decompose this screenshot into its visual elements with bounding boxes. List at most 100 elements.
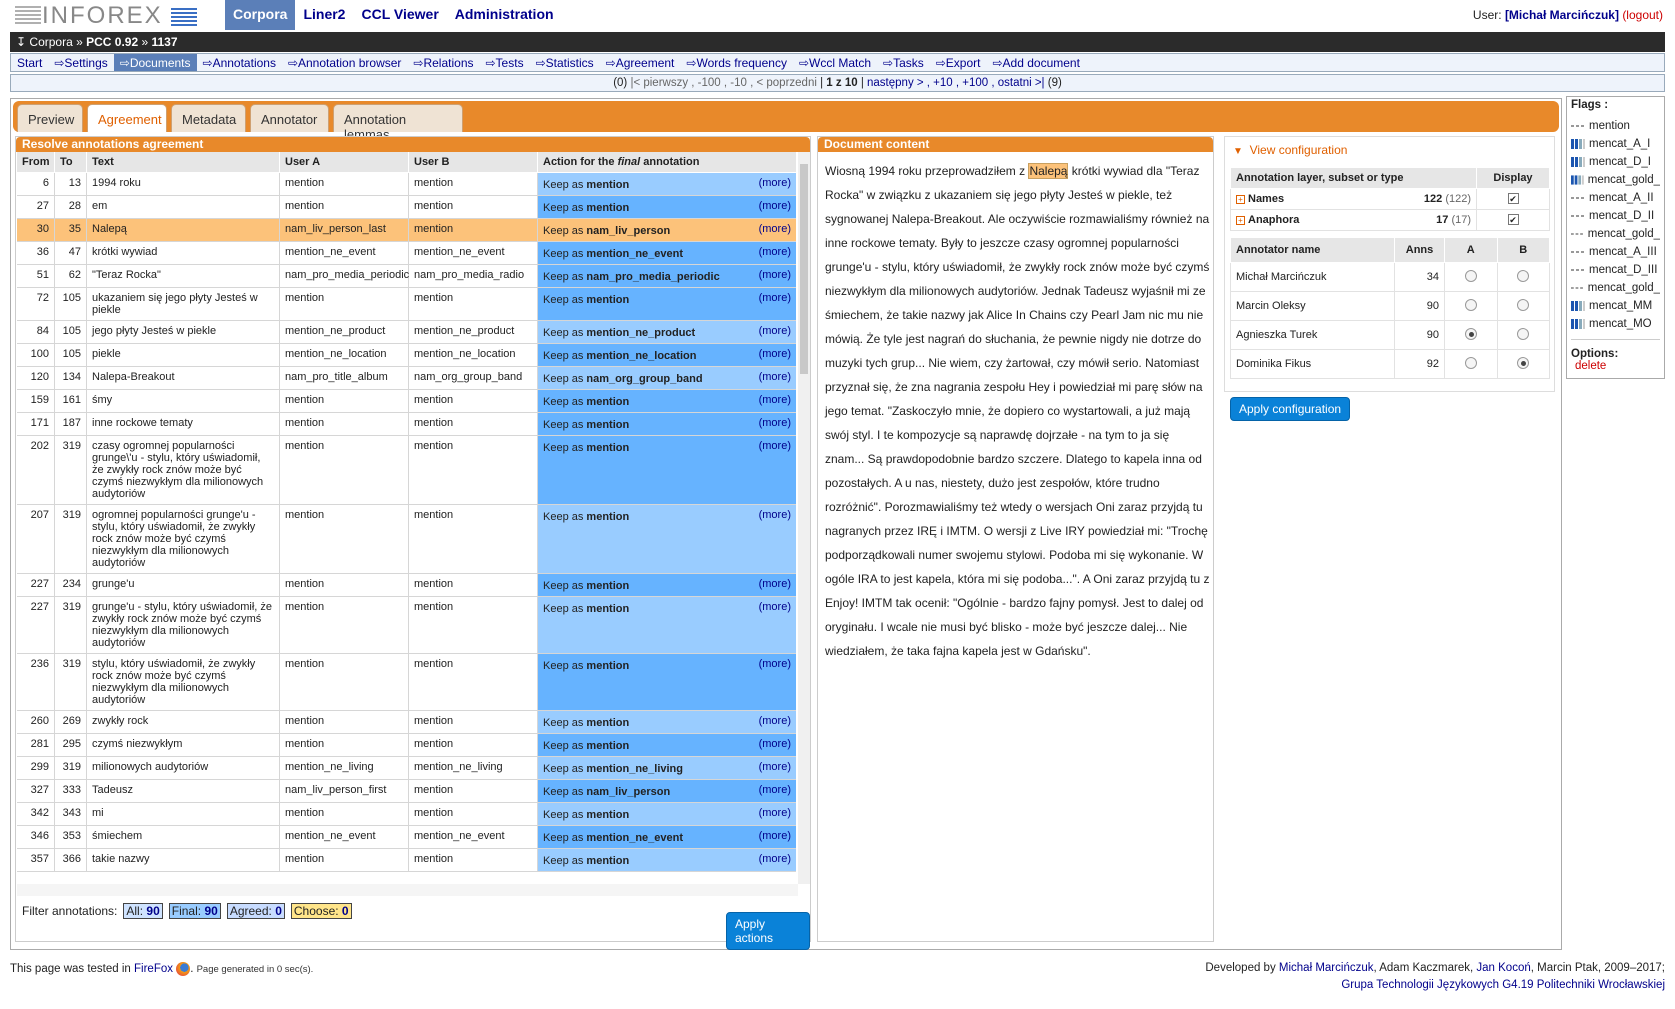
table-row[interactable]: 227 234 grunge'u mention mention Keep as ment…: [17, 574, 796, 597]
more-link[interactable]: (more): [759, 325, 791, 337]
submenu-item[interactable]: ⇨Tests: [480, 54, 530, 71]
table-row[interactable]: 72 105 ukazaniem się jego płyty Jesteś w p…: [17, 288, 796, 321]
submenu-item[interactable]: ⇨Export: [930, 54, 987, 71]
nav-liner2[interactable]: Liner2: [295, 0, 353, 30]
table-row[interactable]: 171 187 inne rockowe tematy mention mention K…: [17, 413, 796, 436]
more-link[interactable]: (more): [759, 177, 791, 189]
flag-item[interactable]: mencat_D_I: [1571, 153, 1660, 171]
table-row[interactable]: 84 105 jego płyty Jesteś w piekle mention_n…: [17, 321, 796, 344]
radio-a[interactable]: [1464, 269, 1477, 282]
layer-name[interactable]: Names: [1248, 193, 1284, 205]
more-link[interactable]: (more): [759, 761, 791, 773]
dev-link-1[interactable]: Michał Marcińczuk: [1279, 962, 1374, 974]
table-row[interactable]: 327 333 Tadeusz nam_liv_person_first mention…: [17, 780, 796, 803]
table-row[interactable]: 227 319 grunge'u - stylu, który uświadomił…: [17, 597, 796, 654]
submenu-item[interactable]: ⇨Documents: [113, 54, 197, 71]
more-link[interactable]: (more): [759, 246, 791, 258]
table-row[interactable]: 27 28 em mention mention Keep as mention (more…: [17, 196, 796, 219]
more-link[interactable]: (more): [759, 715, 791, 727]
table-row[interactable]: 120 134 Nalepa-Breakout nam_pro_title_album…: [17, 367, 796, 390]
filter-final[interactable]: Final: 90: [168, 903, 221, 919]
col-user-a[interactable]: User A: [280, 152, 409, 172]
radio-b[interactable]: [1517, 269, 1530, 282]
nav-administration[interactable]: Administration: [447, 0, 562, 30]
delete-link[interactable]: delete: [1571, 360, 1660, 372]
table-row[interactable]: 260 269 zwykły rock mention mention Keep as m…: [17, 711, 796, 734]
more-link[interactable]: (more): [759, 853, 791, 865]
tab-metadata[interactable]: Metadata: [171, 104, 246, 132]
flag-item[interactable]: mencat_MM: [1571, 297, 1660, 315]
flag-item[interactable]: mencat_D_III: [1571, 261, 1660, 279]
col-text[interactable]: Text: [87, 152, 280, 172]
submenu-item[interactable]: ⇨Annotation browser: [282, 54, 407, 71]
submenu-item[interactable]: ⇨Annotations: [197, 54, 282, 71]
more-link[interactable]: (more): [759, 784, 791, 796]
tab-annotator[interactable]: Annotator: [250, 104, 329, 132]
table-row[interactable]: 100 105 piekle mention_ne_location mention_n…: [17, 344, 796, 367]
table-row[interactable]: 159 161 śmy mention mention Keep as mention (m…: [17, 390, 796, 413]
table-row[interactable]: 30 35 Nalepą nam_liv_person_last mention Keep…: [17, 219, 796, 242]
flag-item[interactable]: mencat_A_I: [1571, 135, 1660, 153]
table-row[interactable]: 236 319 stylu, który uświadomił, że zwykły…: [17, 654, 796, 711]
table-row[interactable]: 51 62 "Teraz Rocka" nam_pro_media_periodic n…: [17, 265, 796, 288]
table-row[interactable]: 281 295 czymś niezwykłym mention mention Keep…: [17, 734, 796, 757]
table-row[interactable]: 6 13 1994 roku mention mention Keep as mentio…: [17, 173, 796, 196]
flag-item[interactable]: mencat_A_II: [1571, 189, 1660, 207]
display-checkbox[interactable]: ✔: [1507, 193, 1519, 204]
submenu-item[interactable]: ⇨Statistics: [530, 54, 600, 71]
more-link[interactable]: (more): [759, 417, 791, 429]
flag-item[interactable]: mencat_MO: [1571, 315, 1660, 333]
col-to[interactable]: To: [55, 152, 87, 172]
more-link[interactable]: (more): [759, 292, 791, 304]
display-checkbox[interactable]: ✔: [1507, 214, 1519, 225]
filter-agreed[interactable]: Agreed: 0: [226, 903, 285, 919]
table-horizontal-scrollbar[interactable]: [17, 884, 798, 896]
scrollbar-thumb[interactable]: [800, 164, 808, 374]
firefox-link[interactable]: FireFox: [134, 963, 173, 975]
tab-annotation-lemmas[interactable]: Annotation lemmas: [333, 104, 463, 142]
expand-icon[interactable]: +: [1236, 216, 1245, 225]
table-row[interactable]: 207 319 ogromnej popularności grunge'u - s…: [17, 505, 796, 574]
tab-preview[interactable]: Preview: [17, 104, 83, 132]
nav-ccl-viewer[interactable]: CCL Viewer: [353, 0, 446, 30]
table-row[interactable]: 299 319 milionowych audytoriów mention_ne_l…: [17, 757, 796, 780]
more-link[interactable]: (more): [759, 223, 791, 235]
expand-icon[interactable]: +: [1236, 195, 1245, 204]
flag-item[interactable]: mention: [1571, 117, 1660, 135]
more-link[interactable]: (more): [759, 509, 791, 521]
submenu-item[interactable]: ⇨Add document: [987, 54, 1086, 71]
more-link[interactable]: (more): [759, 269, 791, 281]
more-link[interactable]: (more): [759, 440, 791, 452]
more-link[interactable]: (more): [759, 394, 791, 406]
table-row[interactable]: 346 353 śmiechem mention_ne_event mention_ne…: [17, 826, 796, 849]
inforex-logo[interactable]: INFOREX: [15, 2, 210, 29]
radio-b[interactable]: [1517, 356, 1530, 369]
breadcrumb-corpus[interactable]: PCC 0.92: [86, 35, 138, 49]
highlighted-annotation[interactable]: Nalepą: [1028, 163, 1069, 179]
radio-b[interactable]: [1517, 298, 1530, 311]
col-user-b[interactable]: User B: [409, 152, 538, 172]
more-link[interactable]: (more): [759, 601, 791, 613]
more-link[interactable]: (more): [759, 371, 791, 383]
more-link[interactable]: (more): [759, 807, 791, 819]
more-link[interactable]: (more): [759, 658, 791, 670]
table-row[interactable]: 357 366 takie nazwy mention mention Keep as m…: [17, 849, 796, 872]
more-link[interactable]: (more): [759, 830, 791, 842]
flag-item[interactable]: mencat_gold_: [1571, 279, 1660, 297]
more-link[interactable]: (more): [759, 738, 791, 750]
layer-name[interactable]: Anaphora: [1248, 214, 1299, 226]
filter-choose[interactable]: Choose: 0: [290, 903, 352, 919]
submenu-item[interactable]: ⇨Settings: [48, 54, 113, 71]
apply-actions-button[interactable]: Apply actions: [726, 912, 810, 950]
tab-agreement[interactable]: Agreement: [87, 104, 167, 132]
radio-a[interactable]: [1464, 356, 1477, 369]
flag-item[interactable]: mencat_gold_: [1571, 225, 1660, 243]
flag-item[interactable]: mencat_A_III: [1571, 243, 1660, 261]
dev-link-2[interactable]: Jan Kocoń: [1476, 962, 1530, 974]
radio-b[interactable]: [1517, 327, 1530, 340]
col-from[interactable]: From: [17, 152, 55, 172]
group-link[interactable]: Grupa Technologii Językowych G4.19 Polit…: [1341, 979, 1665, 991]
flag-item[interactable]: mencat_gold_: [1571, 171, 1660, 189]
table-vertical-scrollbar[interactable]: [798, 152, 810, 884]
submenu-item[interactable]: ⇨Relations: [407, 54, 479, 71]
